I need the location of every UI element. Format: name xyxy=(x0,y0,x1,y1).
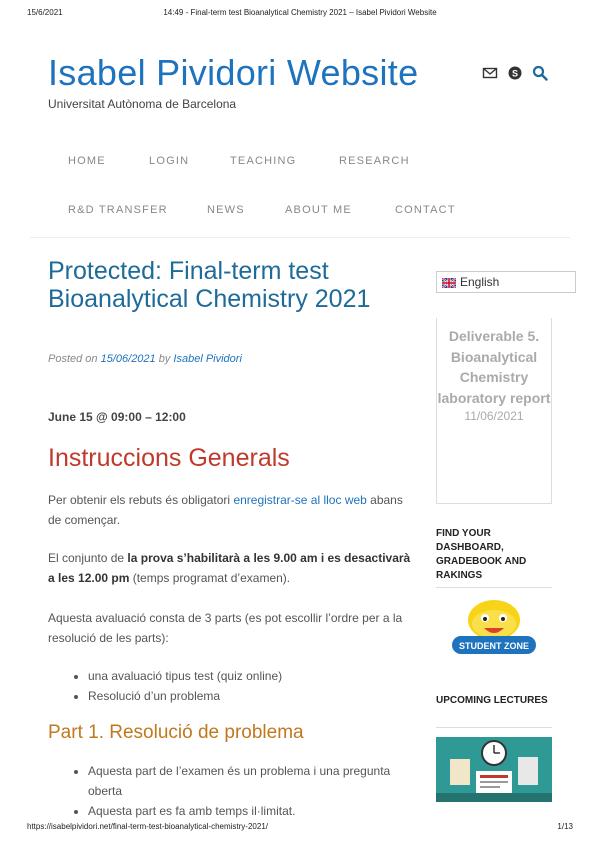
search-icon[interactable] xyxy=(532,65,548,81)
sidebar-divider xyxy=(436,727,552,728)
list-item: Resolució d’un problema xyxy=(88,686,418,706)
print-header: 15/6/2021 14:49 - Final-term test Bioana… xyxy=(0,8,600,22)
print-page-number: 1/13 xyxy=(557,822,573,831)
nav-item-about-me[interactable]: ABOUT ME xyxy=(285,204,352,216)
sidebar-heading-dashboard: FIND YOUR DASHBOARD, GRADEBOOK AND RAKIN… xyxy=(436,528,527,581)
p2-text-after: (temps programat d’examen). xyxy=(129,571,291,585)
post-title: Protected: Final-term test Bioanalytical… xyxy=(48,257,371,313)
student-zone-button[interactable]: STUDENT ZONE xyxy=(448,598,540,660)
section-heading-instructions: Instruccions Generals xyxy=(48,444,290,472)
list-item: Aquesta part es fa amb temps il·limitat. xyxy=(88,801,418,821)
header-icons: S xyxy=(482,65,548,81)
nav-item-login[interactable]: LOGIN xyxy=(149,155,189,167)
section-heading-part1: Part 1. Resolució de problema xyxy=(48,722,304,743)
paragraph-schedule: El conjunto de la prova s’habilitarà a l… xyxy=(48,548,418,588)
sidebar-divider xyxy=(436,587,552,588)
nav-item-home[interactable]: HOME xyxy=(68,155,106,167)
list-item: Aquesta part de l’examen és un problema … xyxy=(88,761,418,801)
post-meta: Posted on 15/06/2021 by Isabel Pividori xyxy=(48,353,242,365)
part1-list: Aquesta part de l’examen és un problema … xyxy=(48,761,418,821)
print-title: 14:49 - Final-term test Bioanalytical Ch… xyxy=(163,8,437,17)
nav-item-news[interactable]: NEWS xyxy=(207,204,245,216)
p1-text-before: Per obtenir els rebuts és obligatori xyxy=(48,493,234,507)
nav-item-teaching[interactable]: TEACHING xyxy=(230,155,296,167)
student-zone-label: STUDENT ZONE xyxy=(459,641,529,651)
envelope-icon[interactable] xyxy=(482,65,498,81)
deliverable-date: 11/06/2021 xyxy=(464,409,524,423)
by-label: by xyxy=(158,353,171,365)
deliverable-title[interactable]: Deliverable 5. Bioanalytical Chemistry l… xyxy=(437,326,551,408)
register-link[interactable]: enregistrar-se al lloc web xyxy=(233,493,366,507)
header-divider xyxy=(30,237,570,238)
svg-text:S: S xyxy=(512,69,518,79)
site-tagline: Universitat Autònoma de Barcelona xyxy=(48,97,237,111)
post-date-link[interactable]: 15/06/2021 xyxy=(101,353,156,365)
deliverable-widget: Deliverable 5. Bioanalytical Chemistry l… xyxy=(436,318,552,504)
nav-item-research[interactable]: RESEARCH xyxy=(339,155,410,167)
p2-text-before: El conjunto de xyxy=(48,551,128,565)
paragraph-registration: Per obtenir els rebuts és obligatori enr… xyxy=(48,490,418,530)
skype-icon[interactable]: S xyxy=(507,65,523,81)
nav-item-rd-transfer[interactable]: R&D TRANSFER xyxy=(68,204,168,216)
uk-flag-icon xyxy=(441,277,457,289)
event-date: June 15 @ 09:00 – 12:00 xyxy=(48,410,186,424)
site-title[interactable]: Isabel Pividori Website xyxy=(48,52,418,94)
parts-list: una avaluació tipus test (quiz online) R… xyxy=(48,666,418,706)
language-label: English xyxy=(460,275,500,289)
author-link[interactable]: Isabel Pividori xyxy=(173,353,241,365)
print-footer: https://isabelpividori.net/final-term-te… xyxy=(0,822,600,836)
language-selector[interactable]: English xyxy=(436,271,576,293)
posted-on-label: Posted on xyxy=(48,353,98,365)
list-item: una avaluació tipus test (quiz online) xyxy=(88,666,418,686)
print-url: https://isabelpividori.net/final-term-te… xyxy=(27,822,268,831)
paragraph-parts: Aquesta avaluació consta de 3 parts (es … xyxy=(48,611,403,645)
nav-item-contact[interactable]: CONTACT xyxy=(395,204,456,216)
sidebar-heading-lectures: UPCOMING LECTURES xyxy=(436,695,548,706)
lectures-illustration[interactable] xyxy=(436,737,552,802)
